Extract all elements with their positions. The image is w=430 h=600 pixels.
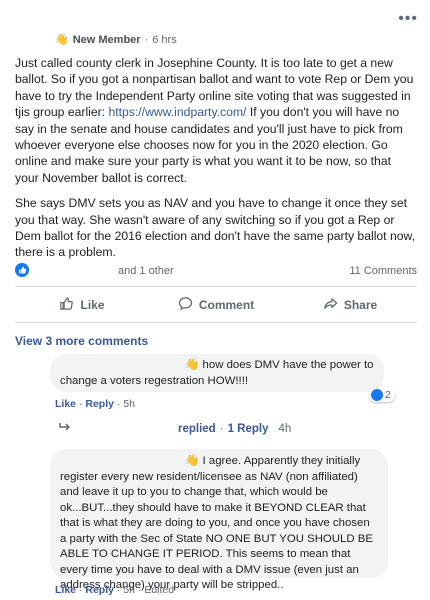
header-separator: ·: [144, 33, 149, 46]
comment-meta: Like · Reply · 5h: [55, 398, 135, 410]
comment-like-link[interactable]: Like: [55, 398, 76, 410]
waving-hand-icon: 👋: [185, 455, 200, 467]
post-body: Just called county clerk in Josephine Co…: [15, 55, 417, 270]
reactions-bar: and 1 other 11 Comments: [15, 263, 417, 279]
comment-reply-link[interactable]: Reply: [85, 398, 114, 410]
commenter-name-redacted[interactable]: [60, 455, 182, 466]
comment-button-label: Comment: [198, 298, 255, 312]
share-arrow-icon: [323, 296, 338, 314]
commenter-name-redacted[interactable]: [60, 359, 182, 370]
like-reaction-icon[interactable]: [15, 263, 29, 277]
indparty-link[interactable]: https://www.indparty.com/: [108, 105, 246, 119]
post-actions: Like Comment Share: [15, 294, 417, 316]
thumbs-up-icon: [59, 296, 74, 314]
replies-summary[interactable]: replied · 1 Reply 4h: [58, 421, 291, 436]
divider-bottom: [15, 322, 417, 323]
reaction-count-value: 2: [385, 389, 391, 401]
post-timestamp[interactable]: 6 hrs: [152, 34, 176, 46]
replied-separator: ·: [219, 422, 224, 435]
facebook-post: 👋 New Member · 6 hrs ••• Just called cou…: [0, 0, 430, 600]
comments-count[interactable]: 11 Comments: [349, 265, 417, 277]
comment-edited-label[interactable]: Edited: [144, 584, 174, 596]
post-paragraph-1: Just called county clerk in Josephine Co…: [15, 55, 417, 186]
like-reaction-icon: [371, 389, 383, 401]
comment-button[interactable]: Comment: [149, 294, 283, 316]
replied-timestamp: 4h: [278, 422, 292, 435]
comment-text: I agree. Apparently they initially regis…: [60, 455, 373, 591]
comment-timestamp[interactable]: 5h: [123, 398, 135, 410]
reactions-summary[interactable]: and 1 other: [118, 265, 174, 277]
waving-hand-icon: 👋: [55, 34, 69, 46]
comment-meta: Like · Reply · 5h · Edited: [55, 584, 175, 596]
share-button-label: Share: [343, 298, 378, 312]
share-button[interactable]: Share: [283, 294, 417, 316]
reply-arrow-icon: [58, 421, 72, 436]
reply-count: 1 Reply: [227, 422, 269, 435]
speech-bubble-icon: [178, 296, 193, 314]
comment-bubble: 👋 I agree. Apparently they initially reg…: [50, 449, 388, 591]
comment-reaction-count[interactable]: 2: [369, 388, 395, 402]
replied-label: replied: [178, 422, 216, 435]
comment-timestamp[interactable]: 5h: [123, 584, 135, 596]
divider-top: [15, 286, 417, 287]
comment-bubble: 👋 how does DMV have the power to change …: [50, 354, 384, 392]
post-header: 👋 New Member · 6 hrs: [55, 33, 177, 47]
view-more-comments-link[interactable]: View 3 more comments: [15, 334, 148, 348]
post-paragraph-2: She says DMV sets you as NAV and you hav…: [15, 196, 416, 260]
comment-like-link[interactable]: Like: [55, 584, 76, 596]
more-options-icon[interactable]: •••: [398, 10, 418, 28]
new-member-badge[interactable]: New Member: [73, 34, 141, 46]
waving-hand-icon: 👋: [185, 359, 200, 371]
comment-reply-link[interactable]: Reply: [85, 584, 114, 596]
like-button[interactable]: Like: [15, 294, 149, 316]
like-button-label: Like: [80, 298, 105, 312]
